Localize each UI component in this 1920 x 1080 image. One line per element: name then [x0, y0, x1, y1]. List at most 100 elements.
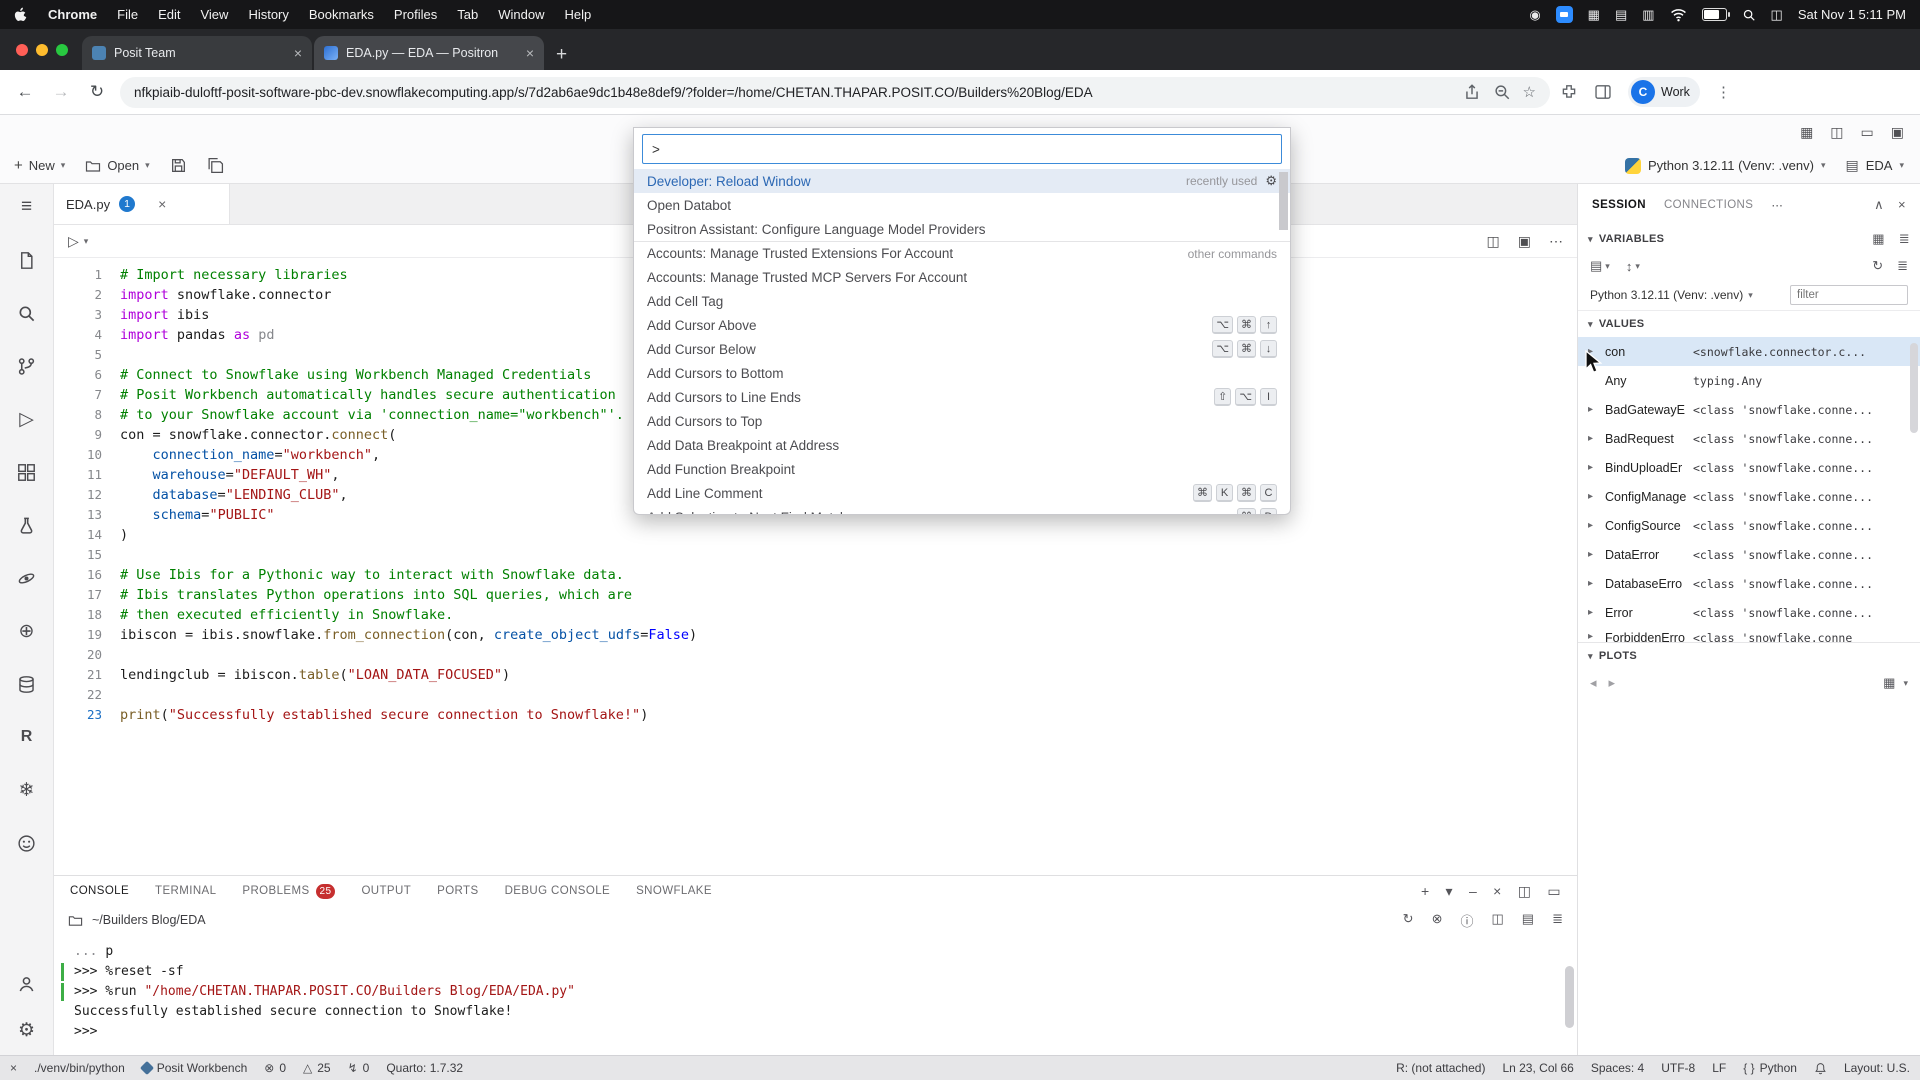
panel-tab-snowflake[interactable]: SNOWFLAKE	[636, 885, 712, 897]
menu-icon[interactable]: ≡	[14, 194, 40, 220]
palette-item[interactable]: Accounts: Manage Trusted Extensions For …	[634, 241, 1290, 265]
search-icon[interactable]	[14, 300, 40, 326]
assistant-icon[interactable]	[14, 830, 40, 856]
url-bar[interactable]: nfkpiaib-duloftf-posit-software-pbc-dev.…	[120, 77, 1550, 108]
statusbar-item-25[interactable]: △25	[303, 1061, 331, 1075]
snowflake-icon[interactable]: ❄	[14, 777, 40, 803]
zoom-app-icon[interactable]	[1556, 6, 1573, 23]
palette-item[interactable]: Developer: Reload Windowrecently used⚙	[634, 169, 1290, 193]
statusbar-item-spaces-4[interactable]: Spaces: 4	[1591, 1061, 1644, 1075]
variable-row[interactable]: Anytyping.Any	[1578, 366, 1920, 395]
statusbar-item-0[interactable]: ↯0	[348, 1061, 370, 1075]
palette-item[interactable]: Add Cursors to Line Ends⇧⌥I	[634, 385, 1290, 409]
window-minimize-button[interactable]	[36, 44, 48, 56]
workspace-selector[interactable]: ▤ EDA ▾	[1846, 157, 1905, 174]
source-control-icon[interactable]	[14, 353, 40, 379]
statusbar-item-0[interactable]: ⊗0	[264, 1061, 286, 1075]
profile-chip[interactable]: C Work	[1628, 77, 1700, 107]
expand-chevron-icon[interactable]: ▸	[1588, 404, 1605, 415]
previous-plot-icon[interactable]: ◂	[1590, 675, 1597, 691]
statusbar-item-posit-workbench[interactable]: Posit Workbench	[142, 1061, 248, 1075]
code-line[interactable]: 20	[54, 645, 1577, 665]
panel-tab-ports[interactable]: PORTS	[437, 885, 478, 897]
command-palette-input[interactable]	[642, 134, 1282, 164]
code-line[interactable]: 15	[54, 545, 1577, 565]
plots-section-header[interactable]: ▾ PLOTS	[1578, 642, 1920, 669]
filter-input[interactable]	[1790, 285, 1908, 305]
expand-chevron-icon[interactable]: ▸	[1588, 607, 1605, 618]
menu-view[interactable]: View	[200, 7, 228, 22]
reload-button[interactable]: ↻	[84, 82, 110, 102]
tab-connections[interactable]: CONNECTIONS	[1664, 199, 1753, 211]
close-panel-icon[interactable]: ×	[1493, 883, 1502, 900]
variable-row[interactable]: ▸BadGatewayE<class 'snowflake.conne...	[1578, 395, 1920, 424]
configure-keybinding-icon[interactable]: ⚙	[1265, 173, 1277, 189]
panel-tab-output[interactable]: OUTPUT	[361, 885, 411, 897]
variable-row[interactable]: ▸BindUploadEr<class 'snowflake.conne...	[1578, 453, 1920, 482]
panel-tab-debug-console[interactable]: DEBUG CONSOLE	[505, 885, 611, 897]
palette-item[interactable]: Add Data Breakpoint at Address	[634, 433, 1290, 457]
palette-item[interactable]: Open Databot	[634, 193, 1290, 217]
panel-layout-icon[interactable]: ▭	[1547, 883, 1561, 900]
code-line[interactable]: 17# Ibis translates Python operations in…	[54, 585, 1577, 605]
menu-help[interactable]: Help	[565, 7, 592, 22]
window-close-button[interactable]	[16, 44, 28, 56]
variables-menu-icon[interactable]: ≣	[1899, 231, 1910, 247]
expand-chevron-icon[interactable]: ▸	[1588, 520, 1605, 531]
menu-file[interactable]: File	[117, 7, 138, 22]
statusbar-item-quarto-1-7-32[interactable]: Quarto: 1.7.32	[386, 1061, 463, 1075]
next-plot-icon[interactable]: ▸	[1609, 675, 1616, 691]
variables-scrollbar[interactable]	[1910, 343, 1918, 433]
variable-row[interactable]: ▸ConfigManage<class 'snowflake.conne...	[1578, 482, 1920, 511]
palette-scrollbar[interactable]	[1279, 172, 1288, 230]
share-icon[interactable]	[1463, 83, 1481, 101]
variable-row[interactable]: ▸ConfigSource<class 'snowflake.conne...	[1578, 511, 1920, 540]
menu-window[interactable]: Window	[498, 7, 544, 22]
expand-chevron-icon[interactable]: ▸	[1588, 631, 1605, 642]
group-by-button[interactable]: ▤▾	[1590, 258, 1610, 274]
code-line[interactable]: 23print("Successfully established secure…	[54, 705, 1577, 725]
split-console-icon[interactable]: ◫	[1492, 911, 1504, 930]
palette-item[interactable]: Add Cell Tag	[634, 289, 1290, 313]
maximize-panel-icon[interactable]: ∧	[1874, 197, 1884, 213]
mission-control-icon[interactable]: ▦	[1588, 7, 1600, 23]
variable-row[interactable]: ▸DatabaseErro<class 'snowflake.conne...	[1578, 569, 1920, 598]
variables-grid-icon[interactable]: ▦	[1872, 231, 1885, 247]
console-cwd[interactable]: ~/Builders Blog/EDA	[92, 913, 206, 927]
back-button[interactable]: ←	[12, 82, 38, 102]
minimize-panel-icon[interactable]: –	[1469, 883, 1477, 900]
shutdown-icon[interactable]: ⊗	[1432, 911, 1443, 930]
extensions-icon[interactable]	[14, 459, 40, 485]
extensions-puzzle-icon[interactable]	[1560, 83, 1578, 101]
interpreter-selector[interactable]: Python 3.12.11 (Venv: .venv) ▾	[1625, 158, 1826, 174]
menu-tab[interactable]: Tab	[457, 7, 478, 22]
palette-item[interactable]: Add Cursor Below⌥⌘↓	[634, 337, 1290, 361]
refresh-icon[interactable]: ↻	[1872, 258, 1883, 274]
add-console-icon[interactable]: +	[1421, 883, 1430, 900]
expand-chevron-icon[interactable]: ▸	[1588, 578, 1605, 589]
code-line[interactable]: 18# then executed efficiently in Snowfla…	[54, 605, 1577, 625]
window-zoom-button[interactable]	[56, 44, 68, 56]
palette-item[interactable]: Positron Assistant: Configure Language M…	[634, 217, 1290, 241]
console-scrollbar[interactable]	[1565, 966, 1574, 1028]
more-actions-icon[interactable]: ⋯	[1771, 198, 1783, 212]
split-editor-icon[interactable]: ◫	[1487, 233, 1500, 250]
connections-icon[interactable]	[14, 671, 40, 697]
help-icon[interactable]: ⊕	[14, 618, 40, 644]
browser-tab[interactable]: Posit Team×	[82, 36, 312, 70]
statusbar-item-layout-u-s-[interactable]: Layout: U.S.	[1844, 1061, 1910, 1075]
variables-section-header[interactable]: ▾ VARIABLES ▦ ≣	[1578, 226, 1920, 252]
apple-menu-icon[interactable]	[14, 7, 28, 23]
open-button[interactable]: Open ▾	[85, 158, 149, 174]
palette-item[interactable]: Accounts: Manage Trusted MCP Servers For…	[634, 265, 1290, 289]
palette-item[interactable]: Add Line Comment⌘K⌘C	[634, 481, 1290, 505]
positron-icon[interactable]	[14, 565, 40, 591]
variable-row[interactable]: ▸ForbiddenErro<class 'snowflake.conne	[1578, 627, 1920, 642]
menu-chrome[interactable]: Chrome	[48, 7, 97, 22]
expand-chevron-icon[interactable]: ▸	[1588, 433, 1605, 444]
zoom-out-icon[interactable]	[1493, 83, 1511, 101]
statusbar-item-r-not-attached-[interactable]: R: (not attached)	[1396, 1061, 1485, 1075]
menu-profiles[interactable]: Profiles	[394, 7, 437, 22]
panel-tab-terminal[interactable]: TERMINAL	[155, 885, 216, 897]
palette-item[interactable]: Add Selection to Next Find Match⌘D	[634, 505, 1290, 515]
